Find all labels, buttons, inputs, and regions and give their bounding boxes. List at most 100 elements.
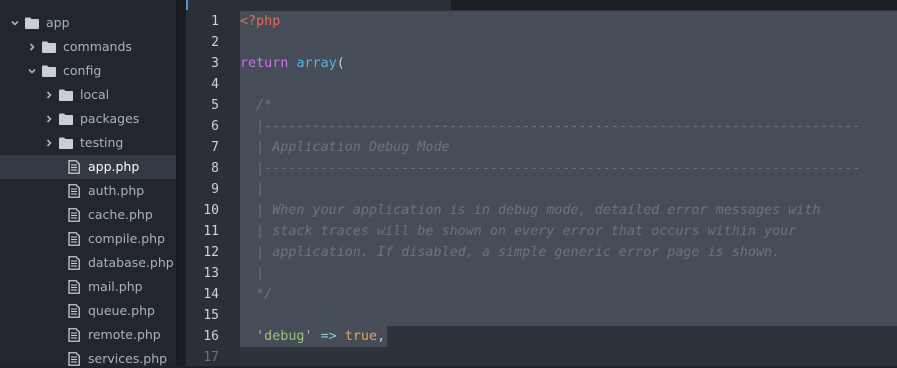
chevron-right-icon[interactable] <box>44 83 54 107</box>
code-editor[interactable]: 1 2 3 4 5 6 7 8 9 10 11 12 13 14 15 16 17 <?php return ar… <box>186 10 897 366</box>
code-line[interactable]: |---------------------------------------… <box>240 158 861 179</box>
code-token: /* <box>240 98 273 113</box>
code-token: return <box>240 56 289 71</box>
code-line[interactable]: |---------------------------------------… <box>240 116 861 137</box>
selection-highlight <box>240 284 897 305</box>
tree-item-label: packages <box>80 111 140 126</box>
code-token: */ <box>240 287 273 302</box>
tree-item-label: cache.php <box>88 207 153 222</box>
code-line[interactable]: */ <box>240 284 272 305</box>
tree-item-label: auth.php <box>88 183 145 198</box>
tree-folder-testing[interactable]: testing <box>0 131 176 155</box>
file-icon <box>66 347 82 366</box>
tree-folder-commands[interactable]: commands <box>0 35 176 59</box>
file-tree: app commands config local packages testing app… <box>0 0 176 366</box>
tree-file-database-php[interactable]: database.php <box>0 251 176 275</box>
line-number: 2 <box>211 35 219 50</box>
line-number: 9 <box>211 182 219 197</box>
code-token: |---------------------------------------… <box>240 119 861 134</box>
folder-icon <box>58 83 74 107</box>
chevron-right-icon[interactable] <box>27 35 37 59</box>
code-token: 'debug' <box>256 329 313 344</box>
code-line[interactable]: | <box>240 179 264 200</box>
line-number: 8 <box>211 161 219 176</box>
tree-item-label: local <box>80 87 110 102</box>
chevron-down-icon[interactable] <box>10 11 20 35</box>
selection-highlight <box>240 263 897 284</box>
code-line[interactable]: | stack traces will be shown on every er… <box>240 221 796 242</box>
code-token: | <box>240 182 265 197</box>
selection-highlight <box>240 74 897 95</box>
code-token: array <box>296 56 337 71</box>
line-number: 11 <box>203 224 219 239</box>
selection-highlight <box>240 95 897 116</box>
folder-icon <box>24 11 40 35</box>
line-number: 16 <box>203 329 219 344</box>
code-line[interactable]: /* <box>240 95 272 116</box>
file-icon <box>66 179 82 203</box>
tree-item-label: app <box>46 15 70 30</box>
tree-file-auth-php[interactable]: auth.php <box>0 179 176 203</box>
folder-icon <box>41 35 57 59</box>
chevron-down-icon[interactable] <box>27 59 37 83</box>
line-number: 4 <box>211 77 219 92</box>
tree-file-cache-php[interactable]: cache.php <box>0 203 176 227</box>
file-icon <box>66 299 82 323</box>
code-token: |---------------------------------------… <box>240 161 861 176</box>
code-token: => <box>320 329 337 344</box>
line-number: 3 <box>211 56 219 71</box>
tree-item-label: app.php <box>88 159 140 174</box>
tree-item-label: database.php <box>88 255 174 270</box>
tree-item-label: services.php <box>88 351 168 366</box>
code-token: | Application Debug Mode <box>240 140 450 155</box>
sidebar-resize-handle[interactable] <box>176 0 186 366</box>
tree-folder-packages[interactable]: packages <box>0 107 176 131</box>
code-line[interactable]: 'debug' => true, <box>240 326 385 347</box>
tree-item-label: queue.php <box>88 303 155 318</box>
tree-file-mail-php[interactable]: mail.php <box>0 275 176 299</box>
line-number-gutter: 1 2 3 4 5 6 7 8 9 10 11 12 13 14 15 16 17 <box>186 10 240 366</box>
chevron-right-icon[interactable] <box>44 107 54 131</box>
file-icon <box>66 155 82 179</box>
folder-icon <box>58 107 74 131</box>
file-icon <box>66 251 82 275</box>
code-token: , <box>377 329 386 344</box>
file-icon <box>66 275 82 299</box>
selection-highlight <box>240 11 897 32</box>
tree-file-services-php[interactable]: services.php <box>0 347 176 366</box>
code-line[interactable]: return array( <box>240 53 345 74</box>
code-token: | application. If disabled, a simple gen… <box>240 245 781 260</box>
tree-file-remote-php[interactable]: remote.php <box>0 323 176 347</box>
code-token: true <box>344 329 378 344</box>
tree-folder-config[interactable]: config <box>0 59 176 83</box>
tree-item-label: testing <box>80 135 124 150</box>
chevron-right-icon[interactable] <box>44 131 54 155</box>
tree-item-label: config <box>63 63 102 78</box>
tree-folder-local[interactable]: local <box>0 83 176 107</box>
tab-bar <box>186 0 897 10</box>
file-icon <box>66 323 82 347</box>
code-token: | <box>240 266 265 281</box>
code-token: ( <box>336 56 345 71</box>
line-number: 10 <box>203 203 219 218</box>
line-number: 14 <box>203 287 219 302</box>
code-token: <?php <box>240 14 281 29</box>
tree-item-label: commands <box>63 39 132 54</box>
line-number: 1 <box>211 14 219 29</box>
code-line[interactable]: | application. If disabled, a simple gen… <box>240 242 780 263</box>
tree-folder-app[interactable]: app <box>0 11 176 35</box>
tree-file-queue-php[interactable]: queue.php <box>0 299 176 323</box>
tree-file-compile-php[interactable]: compile.php <box>0 227 176 251</box>
code-line[interactable]: | Application Debug Mode <box>240 137 450 158</box>
tab-app-php[interactable] <box>186 0 451 10</box>
tree-item-label: compile.php <box>88 231 166 246</box>
code-token: | stack traces will be shown on every er… <box>240 224 797 239</box>
code-line[interactable]: | When your application is in debug mode… <box>240 200 820 221</box>
tree-file-app-php[interactable]: app.php <box>0 155 176 179</box>
tree-item-label: mail.php <box>88 279 143 294</box>
code-line[interactable]: | <box>240 263 264 284</box>
code-line[interactable]: <?php <box>240 11 280 32</box>
